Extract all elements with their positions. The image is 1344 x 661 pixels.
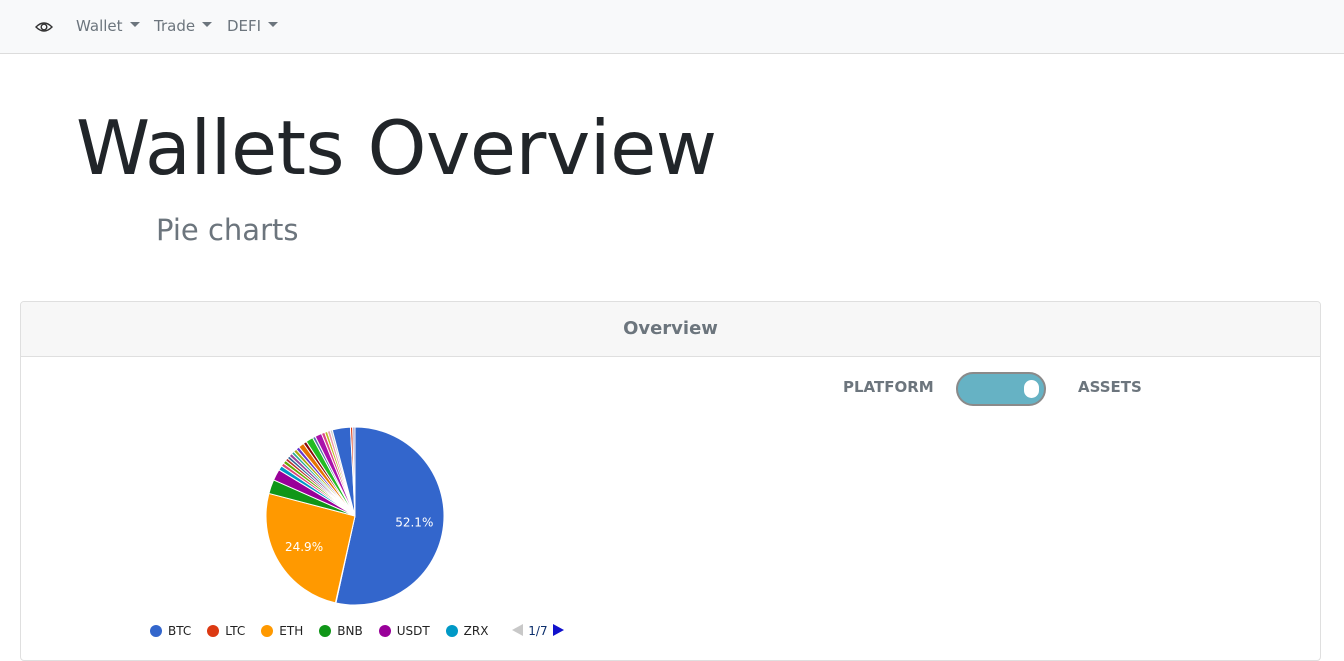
legend-prev-icon[interactable] (512, 624, 524, 636)
legend-item-bnb[interactable]: BNB (319, 624, 363, 638)
overview-card: Overview (20, 301, 1321, 661)
nav-wallet-dropdown[interactable]: Wallet (76, 17, 140, 35)
nav-trade-label: Trade (154, 17, 196, 35)
legend-swatch (319, 625, 332, 637)
caret-down-icon (202, 22, 213, 27)
nav-wallet-label: Wallet (76, 17, 123, 35)
legend-swatch (261, 625, 274, 637)
legend-label: ZRX (463, 624, 489, 638)
legend-item-btc[interactable]: BTC (150, 624, 191, 638)
legend-item-zrx[interactable]: ZRX (445, 624, 489, 638)
toggle-label-assets: ASSETS (1078, 378, 1142, 396)
legend-label: BTC (168, 624, 192, 638)
legend-swatch (150, 625, 162, 637)
toggle-knob[interactable] (1024, 380, 1039, 398)
legend-label: BNB (337, 624, 363, 638)
chart-legend: BTC LTC ETH BNB USDT ZRX 1/7 (150, 624, 564, 642)
legend-swatch (207, 625, 220, 637)
legend-swatch (378, 625, 391, 637)
legend-swatch (445, 625, 458, 637)
nav-defi-dropdown[interactable]: DEFI (227, 17, 279, 35)
legend-item-ltc[interactable]: LTC (207, 624, 245, 638)
nav-defi-label: DEFI (227, 17, 262, 35)
legend-item-usdt[interactable]: USDT (378, 624, 430, 638)
caret-down-icon (129, 22, 140, 27)
pie-data-label: 24.9% (285, 540, 323, 554)
navbar: Wallet Trade DEFI (0, 0, 1344, 54)
pie-data-label: 52.1% (395, 515, 433, 529)
eye-icon[interactable] (35, 20, 53, 34)
page-title: Wallets Overview (76, 104, 717, 192)
pie-chart: 52.1% 24.9% (265, 426, 445, 606)
toggle-label-platform: PLATFORM (843, 378, 934, 396)
platform-assets-toggle[interactable] (956, 372, 1046, 406)
legend-next-icon[interactable] (552, 624, 564, 636)
nav-trade-dropdown[interactable]: Trade (154, 17, 213, 35)
page-subtitle: Pie charts (156, 213, 299, 247)
legend-page-indicator: 1/7 (528, 624, 548, 638)
legend-item-eth[interactable]: ETH (261, 624, 303, 638)
card-header: Overview (21, 302, 1320, 357)
caret-down-icon (268, 22, 279, 27)
legend-label: LTC (225, 624, 246, 638)
legend-pager: 1/7 (512, 624, 564, 638)
legend-label: USDT (396, 624, 430, 638)
legend-label: ETH (279, 624, 304, 638)
